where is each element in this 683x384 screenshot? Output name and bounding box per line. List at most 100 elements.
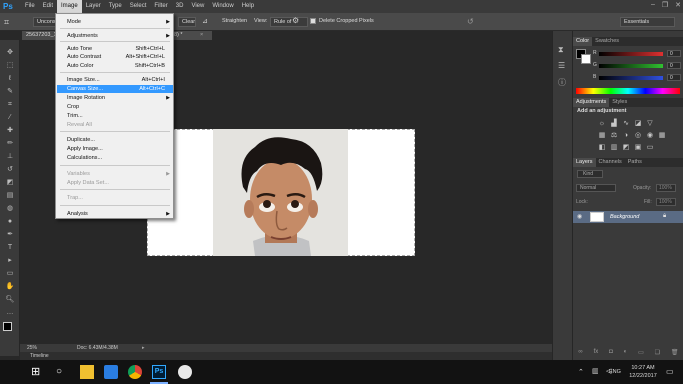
menu-view[interactable]: View <box>187 0 208 13</box>
network-icon[interactable]: ▥ <box>592 367 599 375</box>
fx-icon[interactable]: fx <box>594 349 599 359</box>
kind-filter[interactable]: Kind <box>577 170 603 178</box>
language-indicator[interactable]: ENG <box>609 369 621 375</box>
tray-chevron-icon[interactable]: ⌃ <box>578 368 584 376</box>
close-button[interactable]: ✕ <box>675 1 681 9</box>
brightness-icon[interactable]: ☼ <box>597 119 607 129</box>
tab-swatches[interactable]: Swatches <box>592 37 622 46</box>
color-lookup-icon[interactable]: ▦ <box>657 131 667 141</box>
photo-filter-icon[interactable]: ◎ <box>633 131 643 141</box>
maximize-button[interactable]: ❐ <box>662 1 668 9</box>
exposure-icon[interactable]: ◪ <box>633 119 643 129</box>
selective-color-icon[interactable]: ▣ <box>633 143 643 153</box>
hand-tool-icon[interactable]: ✋ <box>4 282 16 291</box>
tool-foreground-color[interactable] <box>3 322 12 331</box>
menu-item-calculations[interactable]: Calculations... <box>57 154 173 162</box>
tab-color[interactable]: Color <box>573 37 593 46</box>
color-balance-icon[interactable]: ⚖ <box>609 131 619 141</box>
levels-icon[interactable]: ▟ <box>609 119 619 129</box>
channel-value-r[interactable]: 0 <box>667 50 681 57</box>
channel-slider-r[interactable] <box>599 52 663 56</box>
clone-stamp-tool-icon[interactable]: ⊥ <box>4 152 16 161</box>
tab-layers[interactable]: Layers <box>573 158 596 167</box>
notifications-icon[interactable]: ▭ <box>666 367 674 376</box>
channel-slider-g[interactable] <box>599 64 663 68</box>
reset-icon[interactable]: ↺ <box>467 17 477 27</box>
menu-item-image-rotation[interactable]: Image Rotation ▶ <box>57 94 173 102</box>
healing-tool-icon[interactable]: ✚ <box>4 126 16 135</box>
group-folder-icon[interactable]: ▭ <box>638 349 644 359</box>
type-tool-icon[interactable]: T <box>4 243 16 252</box>
link-layers-icon[interactable]: ∞ <box>578 349 582 359</box>
close-tab-icon[interactable]: × <box>200 31 203 40</box>
menu-3d[interactable]: 3D <box>172 0 188 13</box>
eraser-tool-icon[interactable]: ◩ <box>4 178 16 187</box>
menu-image[interactable]: Image <box>57 0 82 13</box>
clock-date[interactable]: 12/22/2017 <box>624 373 662 379</box>
clock-time[interactable]: 10:27 AM <box>628 365 658 371</box>
tab-paths[interactable]: Paths <box>625 158 645 167</box>
menu-help[interactable]: Help <box>238 0 258 13</box>
menu-filter[interactable]: Filter <box>150 0 171 13</box>
marquee-tool-icon[interactable]: ⬚ <box>4 61 16 70</box>
eyedropper-tool-icon[interactable]: ⁄ <box>4 113 16 122</box>
gradient-map-icon[interactable]: ▭ <box>645 143 655 153</box>
hue-saturation-icon[interactable]: ▦ <box>597 131 607 141</box>
menu-type[interactable]: Type <box>105 0 126 13</box>
crop-tool-icon[interactable]: ⌗ <box>4 16 18 28</box>
gradient-tool-icon[interactable]: ▤ <box>4 191 16 200</box>
menu-item-crop[interactable]: Crop <box>57 103 173 111</box>
shape-tool-icon[interactable]: ▭ <box>4 269 16 278</box>
search-icon[interactable]: ○ <box>56 365 70 379</box>
layer-row[interactable]: ◉ Background 🔒︎ <box>573 211 683 223</box>
curves-icon[interactable]: ∿ <box>621 119 631 129</box>
menu-item-canvas-size[interactable]: Canvas Size... Alt+Ctrl+C <box>57 85 173 93</box>
blur-tool-icon[interactable]: ◍ <box>4 204 16 213</box>
app-icon[interactable] <box>178 365 192 379</box>
menu-item-auto-color[interactable]: Auto Color Shift+Ctrl+B <box>57 62 173 70</box>
menu-layer[interactable]: Layer <box>82 0 105 13</box>
tab-styles[interactable]: Styles <box>609 98 630 107</box>
black-white-icon[interactable]: ◑ <box>621 131 631 141</box>
channel-value-g[interactable]: 0 <box>667 62 681 69</box>
pen-tool-icon[interactable]: ✒ <box>4 230 16 239</box>
channel-slider-b[interactable] <box>599 76 663 80</box>
zoom-tool-icon[interactable]: 🔍︎ <box>4 295 16 304</box>
lasso-tool-icon[interactable]: ℓ <box>4 74 16 83</box>
adjustment-layer-icon[interactable]: ◐ <box>624 349 628 359</box>
opacity-field[interactable]: 100% <box>656 184 676 192</box>
chrome-icon[interactable] <box>128 365 142 379</box>
posterize-icon[interactable]: ▥ <box>609 143 619 153</box>
windows-start-icon[interactable]: ⊞ <box>31 365 45 379</box>
menu-window[interactable]: Window <box>208 0 237 13</box>
menu-item-mode[interactable]: Mode ▶ <box>57 18 173 26</box>
channel-mixer-icon[interactable]: ◉ <box>645 131 655 141</box>
background-swatch[interactable] <box>581 54 591 64</box>
threshold-icon[interactable]: ◩ <box>621 143 631 153</box>
file-explorer-icon[interactable] <box>80 365 94 379</box>
tab-channels[interactable]: Channels <box>596 158 625 167</box>
invert-icon[interactable]: ◧ <box>597 143 607 153</box>
menu-item-analysis[interactable]: Analysis ▶ <box>57 210 173 218</box>
minimize-button[interactable]: – <box>651 1 655 9</box>
history-brush-icon[interactable]: ↺ <box>4 165 16 174</box>
menu-item-auto-contrast[interactable]: Auto Contrast Alt+Shift+Ctrl+L <box>57 53 173 61</box>
timeline-tab[interactable]: Timeline <box>20 352 552 360</box>
brush-tool-icon[interactable]: ✏ <box>4 139 16 148</box>
menu-item-apply-image[interactable]: Apply Image... <box>57 145 173 153</box>
menu-select[interactable]: Select <box>126 0 151 13</box>
channel-value-b[interactable]: 0 <box>667 74 681 81</box>
history-icon[interactable]: ⧗ <box>558 45 568 55</box>
visibility-eye-icon[interactable]: ◉ <box>577 213 582 220</box>
view-dropdown[interactable]: Rule of Thirds <box>270 17 308 27</box>
trash-icon[interactable]: 🗑︎ <box>671 349 679 359</box>
delete-cropped-checkbox[interactable] <box>310 18 316 24</box>
menu-item-auto-tone[interactable]: Auto Tone Shift+Ctrl+L <box>57 45 173 53</box>
new-layer-icon[interactable]: ❏ <box>655 349 660 359</box>
vibrance-icon[interactable]: ▽ <box>645 119 655 129</box>
menu-file[interactable]: File <box>21 0 39 13</box>
clear-button[interactable]: Clear <box>178 17 196 27</box>
mask-icon[interactable]: ◘ <box>609 349 613 359</box>
status-arrow-icon[interactable]: ▸ <box>142 344 145 352</box>
crop-tool-icon[interactable]: ⌗ <box>4 100 16 109</box>
